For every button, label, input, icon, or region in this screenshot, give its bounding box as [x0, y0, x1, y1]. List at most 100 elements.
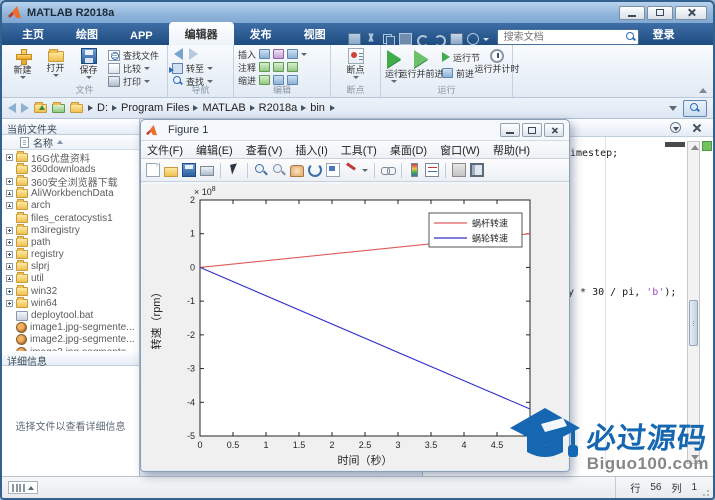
- link-plot-icon[interactable]: [381, 163, 396, 177]
- breadcrumb-item[interactable]: MATLAB: [202, 102, 245, 114]
- zoom-out-icon[interactable]: [272, 163, 286, 177]
- qat-paste-icon[interactable]: [398, 33, 412, 45]
- file-row[interactable]: arch: [2, 199, 139, 212]
- breadcrumb-item[interactable]: Program Files: [121, 102, 189, 114]
- nav-forward-icon[interactable]: [21, 103, 29, 113]
- save-figure-icon[interactable]: [182, 163, 196, 177]
- run-time-button[interactable]: 运行并计时: [475, 47, 520, 74]
- save-button[interactable]: 保存: [72, 47, 105, 79]
- name-column-header[interactable]: 名称: [2, 135, 139, 150]
- comment-button[interactable]: 注释: [238, 61, 299, 73]
- ribbon-tab[interactable]: 编辑器: [168, 22, 234, 45]
- expand-icon[interactable]: [6, 153, 13, 161]
- qat-redo-icon[interactable]: [433, 33, 446, 47]
- figure-menu-item[interactable]: 编辑(E): [196, 142, 233, 158]
- file-row[interactable]: AliWorkbenchData: [2, 187, 139, 200]
- figure-title-bar[interactable]: Figure 1: [141, 120, 569, 140]
- maximize-button[interactable]: [647, 5, 673, 20]
- edit-plot-icon[interactable]: [227, 163, 241, 177]
- expand-icon[interactable]: [6, 251, 13, 259]
- zoom-in-icon[interactable]: [254, 163, 268, 177]
- breadcrumb-item[interactable]: R2018a: [259, 102, 298, 114]
- search-icon[interactable]: [625, 32, 636, 42]
- print-figure-icon[interactable]: [200, 166, 214, 176]
- file-row[interactable]: util: [2, 272, 139, 285]
- rotate-3d-icon[interactable]: [308, 163, 322, 177]
- ribbon-tab[interactable]: APP: [114, 26, 169, 45]
- insert-legend-icon[interactable]: [425, 163, 439, 177]
- goto-button[interactable]: 转至: [169, 62, 214, 74]
- ribbon-tab[interactable]: 发布: [234, 22, 288, 45]
- expand-icon[interactable]: [6, 263, 13, 271]
- breadcrumb-item[interactable]: D:: [97, 102, 108, 114]
- forward-icon[interactable]: [189, 48, 198, 60]
- compare-button[interactable]: 比较: [108, 62, 159, 74]
- show-plot-tools-icon[interactable]: [470, 163, 484, 177]
- qat-print-icon[interactable]: [449, 33, 463, 45]
- panel-menu-icon[interactable]: [670, 122, 681, 133]
- figure-menu-item[interactable]: 桌面(D): [390, 142, 427, 158]
- pan-icon[interactable]: [290, 164, 304, 177]
- new-button[interactable]: 新建: [6, 47, 39, 79]
- file-row[interactable]: 360安全浏览器下载: [2, 174, 139, 189]
- ribbon-tab[interactable]: 视图: [288, 22, 342, 45]
- file-row[interactable]: slprj: [2, 260, 139, 273]
- insert-section-icon[interactable]: [259, 49, 271, 59]
- expand-icon[interactable]: [6, 238, 13, 246]
- folder-up-icon[interactable]: [34, 101, 47, 113]
- expand-icon[interactable]: [6, 275, 13, 283]
- figure-menu-item[interactable]: 插入(I): [295, 142, 327, 158]
- code-analyzer-indicator[interactable]: [702, 141, 712, 151]
- open-file-icon[interactable]: [164, 166, 178, 177]
- file-row[interactable]: files_ceratocystis1: [2, 211, 139, 224]
- file-row[interactable]: 16G优盘资料: [2, 150, 139, 165]
- file-row[interactable]: image3.jpg-segmente...: [2, 346, 139, 351]
- figure-menu-item[interactable]: 工具(T): [341, 142, 377, 158]
- run-advance-button[interactable]: 运行并前进: [399, 47, 444, 79]
- figure-maximize-button[interactable]: [522, 123, 542, 137]
- file-row[interactable]: win64: [2, 296, 139, 309]
- expand-icon[interactable]: [6, 177, 13, 185]
- file-row[interactable]: deploytool.bat: [2, 309, 139, 321]
- resize-grip[interactable]: [702, 487, 711, 496]
- file-row[interactable]: win32: [2, 284, 139, 297]
- qat-copy-icon[interactable]: [382, 33, 395, 46]
- insert-colorbar-icon[interactable]: [411, 163, 418, 177]
- uncomment-icon[interactable]: [273, 62, 285, 72]
- back-icon[interactable]: [174, 48, 183, 60]
- data-cursor-icon[interactable]: [326, 163, 340, 177]
- find-files-button[interactable]: 查找文件: [108, 49, 159, 61]
- address-dropdown-icon[interactable]: [669, 105, 677, 111]
- hide-plot-tools-icon[interactable]: [452, 163, 466, 177]
- breakpoints-button[interactable]: 断点: [339, 47, 372, 79]
- breadcrumb-item[interactable]: bin: [310, 102, 325, 114]
- expand-icon[interactable]: [6, 190, 13, 198]
- insert-figure-icon[interactable]: [287, 49, 299, 59]
- nav-back-icon[interactable]: [8, 103, 16, 113]
- insert-button[interactable]: 插入: [238, 48, 308, 60]
- qat-undo-icon[interactable]: [416, 33, 429, 47]
- file-row[interactable]: path: [2, 235, 139, 248]
- figure-menu-item[interactable]: 帮助(H): [493, 142, 530, 158]
- file-row[interactable]: image1.jpg-segmente...: [2, 322, 139, 334]
- file-row[interactable]: image2.jpg-segmente...: [2, 334, 139, 346]
- figure-close-button[interactable]: [544, 123, 564, 137]
- ribbon-tab[interactable]: 绘图: [60, 22, 114, 45]
- file-row[interactable]: m3iregistry: [2, 223, 139, 236]
- brush-icon[interactable]: [344, 163, 358, 177]
- doc-search-input[interactable]: [501, 30, 626, 44]
- expand-icon[interactable]: [6, 226, 13, 234]
- qat-help-icon[interactable]: [466, 33, 479, 45]
- figure-menu-item[interactable]: 文件(F): [147, 142, 183, 158]
- qat-save-icon[interactable]: [347, 33, 361, 45]
- qat-overflow-caret-icon[interactable]: [482, 38, 489, 41]
- figure-menu-item[interactable]: 窗口(W): [440, 142, 480, 158]
- panel-close-icon[interactable]: [692, 123, 701, 132]
- minimize-button[interactable]: [619, 5, 645, 20]
- browse-folder-icon[interactable]: [52, 101, 65, 113]
- current-folder-header[interactable]: 当前文件夹: [2, 119, 139, 136]
- qat-cut-icon[interactable]: [365, 33, 378, 45]
- wrap-comment-icon[interactable]: [287, 62, 299, 72]
- expand-icon[interactable]: [6, 202, 13, 210]
- login-button[interactable]: 登录: [647, 23, 681, 45]
